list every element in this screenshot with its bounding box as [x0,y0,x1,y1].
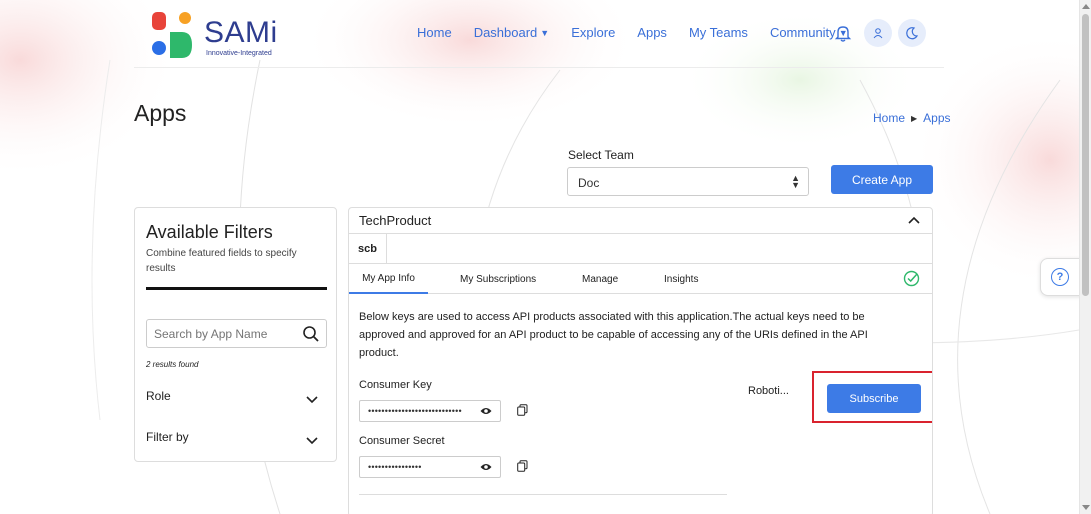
nav-community-label: Community [769,25,836,40]
nav-my-teams-label: My Teams [688,25,748,40]
chevron-up-icon[interactable] [908,215,920,225]
filter-by-label: Filter by [146,430,189,444]
bell-icon[interactable] [834,24,852,42]
search-box [146,319,327,348]
breadcrumb-apps[interactable]: Apps [923,111,950,125]
nav-apps-label: Apps [637,25,667,40]
logo-mark-icon [152,12,192,58]
consumer-secret-field[interactable]: •••••••••••••••• [359,456,501,478]
theme-toggle-button[interactable] [898,19,926,47]
breadcrumb: Home ▶ Apps [873,111,951,125]
copy-icon[interactable] [517,460,528,472]
filters-panel: Available Filters Combine featured field… [134,207,337,462]
chevron-down-icon: ▼ [540,27,550,38]
consumer-key-field[interactable]: •••••••••••••••••••••••••••• [359,400,501,422]
create-app-button[interactable]: Create App [831,165,933,194]
consumer-secret-value: •••••••••••••••• [368,462,422,472]
filters-subtitle: Combine featured fields to specify resul… [146,248,297,274]
tab-my-app-info[interactable]: My App Info [349,264,428,294]
consumer-secret-label: Consumer Secret [359,435,445,447]
filter-by[interactable]: Filter by [146,430,327,445]
filters-title: Available Filters [146,222,273,242]
nav-home-label: Home [417,25,452,40]
section-divider [359,494,727,495]
tab-manage[interactable]: Manage [582,264,618,294]
copy-icon[interactable] [517,404,528,416]
logo[interactable]: SAMi Innovative-Integrated [150,10,280,60]
tab-insights[interactable]: Insights [664,264,698,294]
filters-divider [146,287,327,290]
app-sub-row: scb [349,234,932,264]
vertical-scrollbar[interactable] [1079,0,1091,514]
nav-dashboard[interactable]: Dashboard ▼ [474,25,550,40]
main-nav: Home Dashboard ▼ Explore Apps My Teams Co… [417,25,870,40]
app-card: TechProduct scb My App Info My Subscript… [348,207,933,514]
chevron-down-icon [306,437,318,445]
moon-icon [906,27,919,40]
nav-my-teams[interactable]: My Teams [689,25,748,40]
app-header[interactable]: TechProduct [349,208,932,234]
page-title: Apps [134,100,187,126]
brand-name: SAMi [204,16,278,49]
tab-my-subscriptions[interactable]: My Subscriptions [460,264,536,294]
scroll-up-arrow-icon[interactable] [1082,4,1090,9]
team-select[interactable]: Doc ▲ ▼ [567,167,809,196]
scroll-down-arrow-icon[interactable] [1082,505,1090,510]
app-keys-description: Below keys are used to access API produc… [359,311,868,359]
top-header: SAMi Innovative-Integrated Home Dashboar… [134,0,944,68]
nav-explore[interactable]: Explore [571,25,615,40]
user-icon [873,28,883,39]
nav-dashboard-label: Dashboard [473,25,538,40]
filter-role[interactable]: Role [146,389,327,404]
nav-apps[interactable]: Apps [637,25,667,40]
app-sub-label[interactable]: scb [349,234,387,264]
page: SAMi Innovative-Integrated Home Dashboar… [0,0,1079,514]
help-question-icon: ? [1051,268,1069,286]
user-button[interactable] [864,19,892,47]
api-product-name: Roboti... [748,385,789,397]
select-team-label: Select Team [568,148,634,162]
breadcrumb-home[interactable]: Home [873,111,905,125]
scrollbar-thumb[interactable] [1082,14,1089,296]
filter-role-label: Role [146,389,171,403]
header-icons [834,19,932,47]
eye-icon[interactable] [480,406,492,416]
app-title: TechProduct [359,213,432,228]
chevron-down-icon [306,396,318,404]
subscribe-button[interactable]: Subscribe [827,384,921,413]
search-input[interactable] [147,320,287,347]
breadcrumb-separator-icon: ▶ [911,113,918,123]
consumer-key-label: Consumer Key [359,379,432,391]
results-count: 2 results found [146,360,199,369]
app-tabs: My App Info My Subscriptions Manage Insi… [349,264,932,294]
team-select-value: Doc [578,176,600,190]
select-arrows-icon: ▲ ▼ [791,173,800,190]
search-icon[interactable] [302,325,320,343]
eye-icon[interactable] [480,462,492,472]
brand-tagline: Innovative-Integrated [206,50,272,57]
consumer-key-value: •••••••••••••••••••••••••••• [368,406,462,416]
nav-home[interactable]: Home [417,25,452,40]
check-circle-icon [903,270,920,287]
nav-explore-label: Explore [571,25,616,40]
